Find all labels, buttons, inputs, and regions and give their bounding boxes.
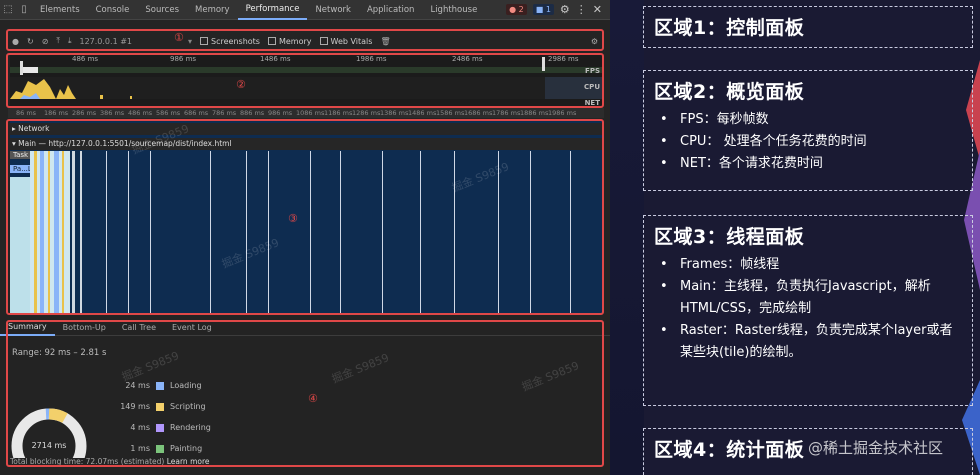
ruler-tick: 386 ms	[100, 109, 125, 117]
tab-sources[interactable]: Sources	[137, 0, 187, 20]
region-4-outline	[6, 320, 604, 467]
list-item: Main：主线程，负责执行Javascript，解析HTML/CSS，完成绘制	[654, 276, 962, 320]
ruler-tick: 1286 ms	[352, 109, 381, 117]
ruler-tick: 1386 ms	[380, 109, 409, 117]
devtools-window: ⬚ ▯ Elements Console Sources Memory Perf…	[0, 0, 610, 475]
ruler-tick: 1086 ms	[296, 109, 325, 117]
divider-decoration	[610, 0, 644, 475]
ruler-tick: 786 ms	[212, 109, 237, 117]
device-toggle-icon[interactable]: ▯	[16, 4, 32, 15]
ruler-tick: 1886 ms	[520, 109, 549, 117]
ruler-tick: 986 ms	[268, 109, 293, 117]
region-4-label: ④	[308, 392, 318, 405]
region-1-title: 区域1：控制面板	[654, 17, 805, 39]
region-1-card: 区域1：控制面板	[643, 6, 973, 48]
ruler-tick: 486 ms	[128, 109, 153, 117]
ruler-tick: 886 ms	[240, 109, 265, 117]
tab-console[interactable]: Console	[88, 0, 138, 20]
list-item: Frames：帧线程	[654, 254, 962, 276]
ruler-tick: 1786 ms	[492, 109, 521, 117]
region-2-list: FPS：每秒帧数 CPU： 处理各个任务花费的时间 NET：各个请求花费时间	[654, 109, 962, 175]
tab-application[interactable]: Application	[359, 0, 423, 20]
region-3-label: ③	[288, 212, 298, 225]
region-3-list: Frames：帧线程 Main：主线程，负责执行Javascript，解析HTM…	[654, 254, 962, 364]
tab-elements[interactable]: Elements	[32, 0, 88, 20]
error-count: 2	[518, 5, 524, 14]
more-options-icon[interactable]: ⋮	[576, 3, 587, 16]
ruler-tick: 86 ms	[16, 109, 37, 117]
region-2-title: 区域2：概览面板	[654, 81, 805, 103]
tab-lighthouse[interactable]: Lighthouse	[422, 0, 485, 20]
region-1-outline	[6, 29, 604, 51]
ruler-tick: 1686 ms	[464, 109, 493, 117]
ruler-tick: 186 ms	[44, 109, 69, 117]
list-item: FPS：每秒帧数	[654, 109, 962, 131]
devtools-tabbar: ⬚ ▯ Elements Console Sources Memory Perf…	[0, 0, 610, 20]
ruler-tick: 686 ms	[184, 109, 209, 117]
region-2-outline	[6, 53, 604, 108]
list-item: Raster：Raster线程，负责完成某个layer或者某些块(tile)的绘…	[654, 320, 962, 364]
list-item: CPU： 处理各个任务花费的时间	[654, 131, 962, 153]
message-count: 1	[545, 5, 551, 14]
ruler-tick: 1186 ms	[324, 109, 353, 117]
community-watermark: @稀土掘金技术社区	[808, 439, 944, 457]
region-3-outline	[6, 119, 604, 315]
region-1-label: ①	[174, 31, 184, 44]
list-item: NET：各个请求花费时间	[654, 153, 962, 175]
close-icon[interactable]: ✕	[593, 3, 602, 16]
error-badge[interactable]: ● 2	[506, 4, 527, 15]
region-3-card: 区域3：线程面板 Frames：帧线程 Main：主线程，负责执行Javascr…	[643, 215, 973, 406]
tab-network[interactable]: Network	[307, 0, 359, 20]
timeline-ruler: 86 ms 186 ms 286 ms 386 ms 486 ms 586 ms…	[8, 108, 604, 118]
region-2-label: ②	[236, 78, 246, 91]
ruler-tick: 1986 ms	[548, 109, 577, 117]
region-2-card: 区域2：概览面板 FPS：每秒帧数 CPU： 处理各个任务花费的时间 NET：各…	[643, 70, 973, 191]
ruler-tick: 1486 ms	[408, 109, 437, 117]
tab-memory[interactable]: Memory	[187, 0, 238, 20]
inspect-icon[interactable]: ⬚	[0, 4, 16, 15]
tab-performance[interactable]: Performance	[237, 0, 308, 20]
ruler-tick: 586 ms	[156, 109, 181, 117]
settings-gear-icon[interactable]: ⚙	[560, 3, 570, 16]
ruler-tick: 286 ms	[72, 109, 97, 117]
message-badge[interactable]: ■ 1	[532, 4, 554, 15]
region-3-title: 区域3：线程面板	[654, 226, 805, 248]
ruler-tick: 1586 ms	[436, 109, 465, 117]
